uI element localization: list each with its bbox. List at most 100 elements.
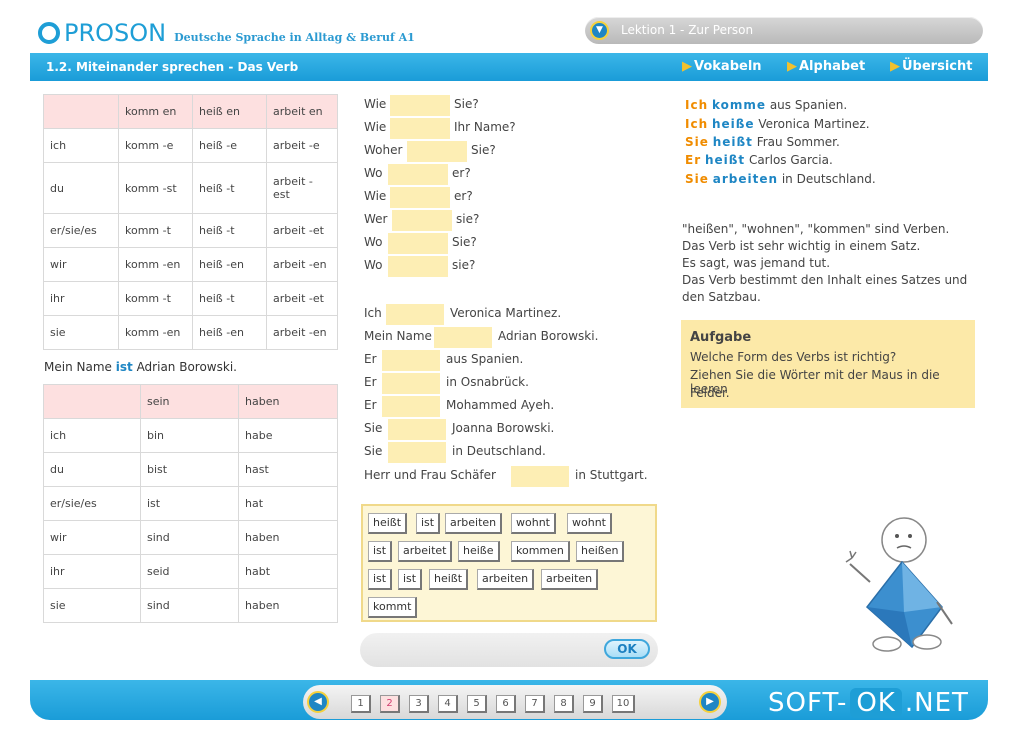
nav-label: Alphabet: [799, 59, 866, 74]
statement-end: in Stuttgart.: [575, 468, 648, 482]
word-chip[interactable]: kommt: [368, 597, 418, 618]
word-chip[interactable]: arbeiten: [445, 513, 503, 534]
next-page-icon[interactable]: ▶: [699, 691, 721, 713]
drop-slot[interactable]: [382, 350, 440, 371]
pronoun: Ich: [685, 117, 709, 131]
drop-slot[interactable]: [392, 210, 452, 231]
question-start: Wie: [364, 120, 387, 134]
question-start: Woher: [364, 143, 403, 157]
task-box: Aufgabe Welche Form des Verbs ist richti…: [681, 320, 975, 408]
table-cell: sie: [43, 588, 141, 623]
prev-page-icon[interactable]: ◀: [307, 691, 329, 713]
drop-slot[interactable]: [388, 233, 448, 254]
word-chip[interactable]: ist: [416, 513, 441, 534]
verb: heißt: [704, 153, 746, 167]
page-button[interactable]: 10: [612, 695, 635, 713]
statement-end: Veronica Martinez.: [450, 306, 562, 320]
table-row: du bist hast: [43, 452, 338, 487]
page-button[interactable]: 7: [525, 695, 545, 713]
page-button[interactable]: 8: [554, 695, 574, 713]
example-rest: Carlos Garcia.: [745, 153, 833, 167]
conjugation-table-irregular: sein haben ich bin habe du bist hast er/sie/…: [43, 384, 338, 623]
table-cell: heiß -t: [192, 162, 267, 214]
drop-slot[interactable]: [382, 396, 440, 417]
drop-slot[interactable]: [407, 141, 467, 162]
drop-slot[interactable]: [388, 419, 446, 440]
question-end: er?: [454, 189, 473, 203]
drop-slot[interactable]: [382, 373, 440, 394]
table-cell: [43, 384, 141, 419]
table-cell: komm -t: [118, 281, 193, 316]
table-cell: sind: [140, 588, 239, 623]
word-chip[interactable]: wohnt: [567, 513, 612, 534]
word-chip[interactable]: ist: [398, 569, 423, 590]
drop-slot[interactable]: [386, 304, 444, 325]
table-row: wir sind haben: [43, 520, 338, 555]
table-cell: heiß -e: [192, 128, 267, 163]
word-chip[interactable]: heißen: [576, 541, 625, 562]
table-cell: sein: [140, 384, 239, 419]
explanation-line: Es sagt, was jemand tut.: [682, 256, 831, 270]
table-row: er/sie/es komm -t heiß -t arbeit -et: [43, 213, 338, 248]
section-title: 1.2. Miteinander sprechen - Das Verb: [46, 60, 299, 74]
word-chip[interactable]: heißt: [368, 513, 408, 534]
page-button-current[interactable]: 2: [380, 695, 400, 713]
task-title: Aufgabe: [690, 330, 752, 345]
word-chip[interactable]: heiße: [458, 541, 500, 562]
page-button[interactable]: 1: [351, 695, 371, 713]
drop-slot[interactable]: [511, 466, 569, 487]
word-chip[interactable]: arbeiten: [477, 569, 535, 590]
nav-vokabeln[interactable]: ▶ Vokabeln: [682, 59, 762, 74]
statement-end: Mohammed Ayeh.: [446, 398, 555, 412]
sentence-text: Mein Name: [44, 360, 112, 374]
table-cell: hast: [238, 452, 338, 487]
statement-start: Herr und Frau Schäfer: [364, 468, 496, 482]
page-button[interactable]: 9: [583, 695, 603, 713]
lesson-selector[interactable]: ▼ Lektion 1 - Zur Person: [585, 17, 983, 44]
table-cell: komm -t: [118, 213, 193, 248]
word-chip[interactable]: ist: [368, 541, 393, 562]
table-cell: habt: [238, 554, 338, 589]
statement-start: Er: [364, 398, 377, 412]
table-cell: ihr: [43, 554, 141, 589]
table-cell: ich: [43, 418, 141, 453]
watermark-text: .NET: [904, 688, 969, 718]
table-cell: komm -e: [118, 128, 193, 163]
drop-slot[interactable]: [388, 164, 448, 185]
page-button[interactable]: 5: [467, 695, 487, 713]
chevron-down-icon[interactable]: ▼: [590, 21, 609, 40]
table-cell: heiß -en: [192, 315, 267, 350]
table-cell: sind: [140, 520, 239, 555]
nav-uebersicht[interactable]: ▶ Übersicht: [890, 59, 972, 74]
word-chip[interactable]: arbeiten: [541, 569, 599, 590]
word-chip[interactable]: kommen: [511, 541, 570, 562]
page-button[interactable]: 6: [496, 695, 516, 713]
statement-end: Joanna Borowski.: [452, 421, 555, 435]
page-button[interactable]: 3: [409, 695, 429, 713]
drop-slot[interactable]: [390, 187, 450, 208]
drop-slot[interactable]: [390, 118, 450, 139]
nav-alphabet[interactable]: ▶ Alphabet: [787, 59, 865, 74]
word-chip[interactable]: ist: [368, 569, 393, 590]
ok-button[interactable]: OK: [604, 639, 650, 659]
table-cell: du: [43, 162, 119, 214]
task-line: Felder.: [690, 386, 730, 400]
table-row: sie komm -en heiß -en arbeit -en: [43, 315, 338, 350]
drop-slot[interactable]: [388, 442, 446, 463]
table-cell: bist: [140, 452, 239, 487]
question-end: Sie?: [452, 235, 477, 249]
table-cell: arbeit -et: [266, 281, 338, 316]
verb: heiße: [711, 117, 755, 131]
word-chip[interactable]: wohnt: [511, 513, 556, 534]
drop-slot[interactable]: [390, 95, 450, 116]
statement-end: Adrian Borowski.: [498, 329, 599, 343]
lesson-title: Lektion 1 - Zur Person: [621, 23, 754, 37]
word-chip[interactable]: arbeitet: [398, 541, 453, 562]
drop-slot[interactable]: [434, 327, 492, 348]
drop-slot[interactable]: [388, 256, 448, 277]
word-chip[interactable]: heißt: [429, 569, 469, 590]
page-button[interactable]: 4: [438, 695, 458, 713]
table-cell: arbeit -et: [266, 213, 338, 248]
verb: arbeiten: [712, 172, 779, 186]
question-start: Wo: [364, 235, 383, 249]
